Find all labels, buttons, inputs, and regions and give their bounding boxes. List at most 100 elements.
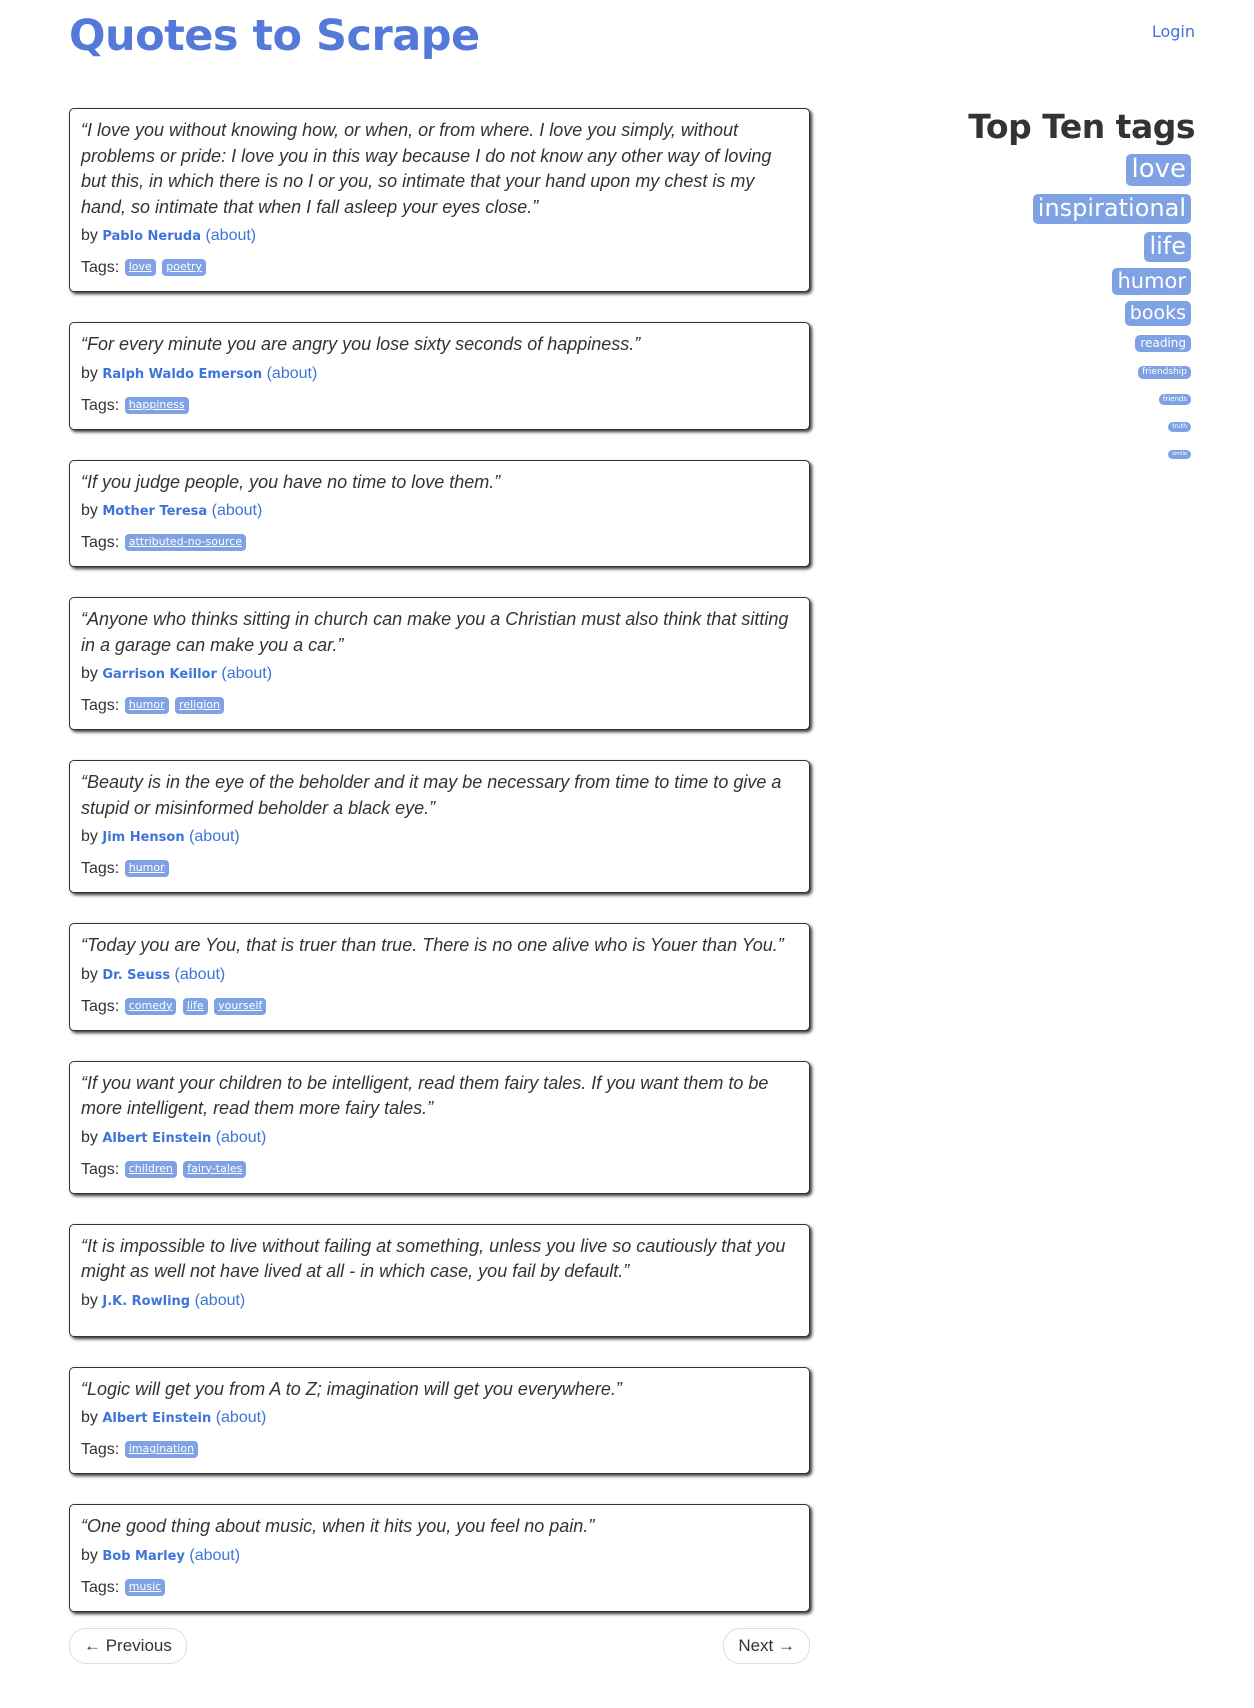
- quote-text: “I love you without knowing how, or when…: [81, 120, 772, 217]
- tags-label: Tags:: [81, 860, 120, 877]
- top-tag-item: friendship: [955, 359, 1195, 379]
- quote-tags: Tags: happiness: [81, 394, 799, 418]
- tag-link[interactable]: imagination: [124, 1441, 199, 1458]
- quote-card: “Logic will get you from A to Z; imagina…: [69, 1366, 810, 1474]
- quote-byline: by Jim Henson (about): [81, 825, 799, 850]
- quote-card: “One good thing about music, when it hit…: [69, 1504, 810, 1612]
- quote-tags: Tags: attributed-no-source: [81, 531, 799, 555]
- author-about-link[interactable]: (about): [195, 1292, 246, 1309]
- top-tag-link[interactable]: love: [1126, 154, 1191, 186]
- quote-byline: by Dr. Seuss (about): [81, 963, 799, 988]
- author-name: Ralph Waldo Emerson: [102, 366, 263, 382]
- author-about-link[interactable]: (about): [267, 365, 318, 382]
- tag-link[interactable]: music: [124, 1578, 166, 1596]
- quote-byline: by Albert Einstein (about): [81, 1406, 799, 1431]
- by-label: by: [81, 364, 98, 382]
- tag-link[interactable]: children: [124, 1160, 177, 1178]
- quote-text: “It is impossible to live without failin…: [81, 1235, 786, 1282]
- tags-label: Tags:: [81, 396, 120, 414]
- quote-byline: by Bob Marley (about): [81, 1544, 799, 1569]
- by-label: by: [81, 828, 98, 845]
- tags-label: Tags:: [81, 997, 120, 1015]
- tags-label: Tags:: [81, 534, 120, 551]
- quote-byline: by J.K. Rowling (about): [81, 1289, 799, 1314]
- author-name: Jim Henson: [102, 830, 185, 845]
- top-tag-item: life: [955, 232, 1195, 262]
- quote-card: “Beauty is in the eye of the beholder an…: [69, 760, 810, 893]
- quote-byline: by Pablo Neruda (about): [81, 224, 799, 249]
- top-tag-item: reading: [955, 332, 1195, 352]
- top-tag-item: simile: [955, 440, 1195, 459]
- top-tag-link[interactable]: simile: [1168, 450, 1191, 459]
- author-about-link[interactable]: (about): [175, 966, 226, 983]
- tag-link[interactable]: fairy-tales: [183, 1160, 247, 1178]
- author-about-link[interactable]: (about): [212, 502, 263, 519]
- quote-tags: Tags: children fairy-tales: [81, 1158, 799, 1182]
- by-label: by: [81, 1291, 98, 1309]
- quote-byline: by Ralph Waldo Emerson (about): [81, 362, 799, 387]
- by-label: by: [81, 1128, 98, 1146]
- tag-link[interactable]: yourself: [214, 997, 267, 1015]
- by-label: by: [81, 665, 98, 682]
- quote-tags: Tags: humor religion: [81, 694, 799, 718]
- top-tag-item: friends: [955, 386, 1195, 405]
- top-tag-link[interactable]: friends: [1158, 394, 1191, 405]
- top-tag-link[interactable]: life: [1144, 232, 1191, 262]
- quote-card: “If you judge people, you have no time t…: [69, 459, 810, 567]
- quote-card: “For every minute you are angry you lose…: [69, 322, 810, 430]
- by-label: by: [81, 502, 98, 519]
- quote-text: “Logic will get you from A to Z; imagina…: [81, 1378, 622, 1399]
- pager: ← Previous Next →: [69, 1628, 810, 1664]
- quote-text: “If you want your children to be intelli…: [81, 1072, 769, 1119]
- author-name: Pablo Neruda: [102, 229, 201, 244]
- tag-link[interactable]: love: [124, 259, 156, 276]
- next-button[interactable]: Next →: [723, 1628, 810, 1664]
- quote-text: “One good thing about music, when it hit…: [81, 1516, 595, 1536]
- quote-tags: Tags: love poetry: [81, 256, 799, 280]
- tag-link[interactable]: comedy: [124, 997, 177, 1015]
- tag-link[interactable]: poetry: [162, 259, 207, 276]
- quote-card: “Anyone who thinks sitting in church can…: [69, 597, 810, 730]
- author-about-link[interactable]: (about): [216, 1409, 267, 1426]
- site-title[interactable]: Quotes to Scrape: [69, 8, 480, 64]
- top-tag-link[interactable]: humor: [1112, 268, 1191, 295]
- tag-link[interactable]: humor: [124, 697, 169, 714]
- quote-card: “Today you are You, that is truer than t…: [69, 923, 810, 1031]
- top-tag-link[interactable]: books: [1124, 301, 1191, 326]
- author-about-link[interactable]: (about): [216, 1129, 267, 1146]
- author-name: Mother Teresa: [102, 504, 208, 519]
- tag-link[interactable]: attributed-no-source: [124, 534, 247, 551]
- top-tag-item: books: [955, 301, 1195, 326]
- quote-text: “Today you are You, that is truer than t…: [81, 935, 784, 955]
- author-about-link[interactable]: (about): [205, 227, 256, 244]
- author-about-link[interactable]: (about): [189, 828, 240, 845]
- quote-byline: by Garrison Keillor (about): [81, 662, 799, 687]
- top-tag-link[interactable]: inspirational: [1032, 194, 1191, 224]
- author-about-link[interactable]: (about): [189, 1547, 240, 1564]
- author-name: Albert Einstein: [102, 1130, 212, 1146]
- tags-label: Tags:: [81, 1441, 120, 1458]
- by-label: by: [81, 227, 98, 244]
- quote-tags: Tags: imagination: [81, 1438, 799, 1462]
- author-name: J.K. Rowling: [102, 1293, 191, 1309]
- author-about-link[interactable]: (about): [221, 665, 272, 682]
- tag-link[interactable]: happiness: [124, 396, 189, 414]
- quote-card: “I love you without knowing how, or when…: [69, 108, 810, 292]
- quote-byline: by Mother Teresa (about): [81, 499, 799, 524]
- quote-tags: Tags: comedy life yourself: [81, 995, 799, 1019]
- login-link[interactable]: Login: [1152, 22, 1195, 41]
- quote-text: “If you judge people, you have no time t…: [81, 471, 501, 492]
- top-tag-item: humor: [955, 268, 1195, 295]
- top-tags-heading: Top Ten tags: [968, 107, 1195, 146]
- tag-link[interactable]: life: [182, 997, 208, 1015]
- quote-text: “Beauty is in the eye of the beholder an…: [81, 772, 782, 818]
- tag-link[interactable]: religion: [175, 697, 224, 714]
- top-tag-link[interactable]: reading: [1135, 335, 1191, 352]
- top-tag-link[interactable]: friendship: [1138, 366, 1191, 379]
- tag-link[interactable]: humor: [124, 860, 169, 877]
- quote-card: “It is impossible to live without failin…: [69, 1223, 810, 1337]
- top-tag-link[interactable]: truth: [1168, 422, 1191, 432]
- quote-byline: by Albert Einstein (about): [81, 1126, 799, 1151]
- tags-label: Tags:: [81, 1160, 120, 1178]
- previous-button[interactable]: ← Previous: [69, 1628, 187, 1664]
